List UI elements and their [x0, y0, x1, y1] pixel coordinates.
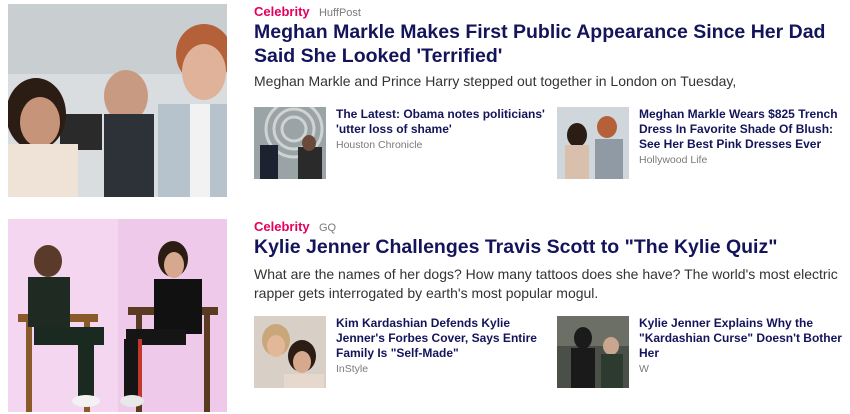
related-story[interactable]: Meghan Markle Wears $825 Trench Dress In… [557, 107, 850, 183]
story-summary: What are the names of her dogs? How many… [254, 266, 838, 301]
story-headline[interactable]: Kylie Jenner Challenges Travis Scott to … [254, 235, 834, 259]
source-label: GQ [318, 222, 337, 234]
story-summary: Meghan Markle and Prince Harry stepped o… [254, 73, 737, 89]
thumbnail-illustration [254, 316, 326, 388]
photo-illustration [8, 219, 227, 412]
related-source: W [639, 363, 649, 375]
thumbnail-illustration [557, 107, 629, 179]
related-title[interactable]: Kylie Jenner Explains Why the "Kardashia… [639, 316, 850, 361]
story-card: Celebrity GQ Kylie Jenner Challenges Tra… [0, 215, 850, 414]
related-source: InStyle [336, 363, 369, 375]
photo-illustration [8, 4, 227, 197]
story-meta: Celebrity GQ [254, 219, 336, 234]
related-title[interactable]: The Latest: Obama notes politicians' 'ut… [336, 107, 548, 137]
related-story[interactable]: Kylie Jenner Explains Why the "Kardashia… [557, 316, 850, 392]
related-thumbnail[interactable] [254, 107, 326, 179]
source-label: HuffPost [318, 7, 361, 19]
related-text: Meghan Markle Wears $825 Trench Dress In… [639, 107, 850, 166]
related-thumbnail[interactable] [557, 316, 629, 388]
category-label[interactable]: Celebrity [254, 4, 310, 19]
related-title[interactable]: Kim Kardashian Defends Kylie Jenner's Fo… [336, 316, 548, 361]
related-story[interactable]: The Latest: Obama notes politicians' 'ut… [254, 107, 549, 183]
story-headline[interactable]: Meghan Markle Makes First Public Appeara… [254, 20, 834, 68]
related-story[interactable]: Kim Kardashian Defends Kylie Jenner's Fo… [254, 316, 549, 392]
category-label[interactable]: Celebrity [254, 219, 310, 234]
story-meta: Celebrity HuffPost [254, 4, 361, 19]
thumbnail-illustration [254, 107, 326, 179]
story-photo-kylie-travis[interactable] [8, 219, 227, 412]
related-thumbnail[interactable] [557, 107, 629, 179]
related-text: The Latest: Obama notes politicians' 'ut… [336, 107, 548, 151]
story-photo-meghan-harry[interactable] [8, 4, 227, 197]
related-source: Houston Chronicle [336, 139, 423, 151]
related-thumbnail[interactable] [254, 316, 326, 388]
related-text: Kylie Jenner Explains Why the "Kardashia… [639, 316, 850, 375]
story-card: Celebrity HuffPost Meghan Markle Makes F… [0, 0, 850, 205]
related-source: Hollywood Life [639, 154, 708, 166]
related-title[interactable]: Meghan Markle Wears $825 Trench Dress In… [639, 107, 850, 152]
thumbnail-illustration [557, 316, 629, 388]
related-text: Kim Kardashian Defends Kylie Jenner's Fo… [336, 316, 548, 375]
